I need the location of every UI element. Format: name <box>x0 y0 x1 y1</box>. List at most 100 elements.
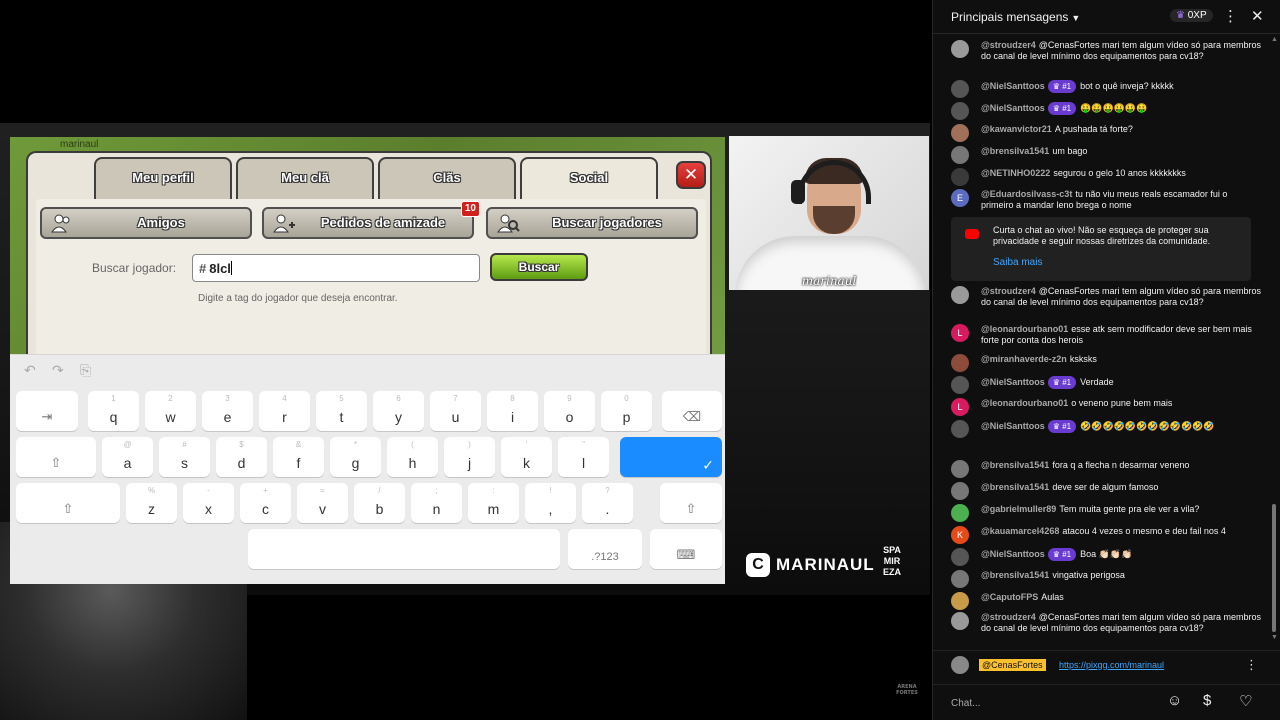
key-row2-2[interactable]: $ d <box>216 437 267 477</box>
tab-key[interactable]: ⇥ <box>16 391 78 431</box>
key-row3-1[interactable]: -x <box>183 483 234 523</box>
shift-key-right[interactable]: ⇧ <box>660 483 722 523</box>
chat-message[interactable]: @miranhaverde-z2n ksksks <box>951 354 1261 372</box>
redo-icon[interactable]: ↷ <box>52 362 64 379</box>
key-row2-3[interactable]: & f <box>273 437 324 477</box>
scroll-down-icon[interactable]: ▼ <box>1271 634 1278 641</box>
super-chat-icon[interactable]: $ <box>1203 692 1211 709</box>
shift-key-left[interactable]: ⇧ <box>16 437 96 477</box>
message-author[interactable]: @stroudzer4 <box>981 286 1036 296</box>
key-row1-8[interactable]: 9o <box>544 391 595 431</box>
heart-icon[interactable]: ♡ <box>1239 692 1252 710</box>
key-row3-4[interactable]: / b <box>354 483 405 523</box>
key-row3-2[interactable]: + c <box>240 483 291 523</box>
xp-badge[interactable]: ♛ 0XP <box>1170 9 1213 22</box>
chat-message[interactable]: @brensilva1541 vingativa perigosa <box>951 570 1261 588</box>
key-row1-9[interactable]: 0p <box>601 391 652 431</box>
message-author[interactable]: @NETINHO0222 <box>981 168 1050 178</box>
chat-message[interactable]: L @leonardourbano01 esse atk sem modificad… <box>951 324 1261 346</box>
shift-key[interactable]: ⇧ <box>16 483 120 523</box>
space-key[interactable] <box>248 529 560 569</box>
chat-message[interactable]: @CaputoFPS Aulas <box>951 592 1261 610</box>
key-row3-0[interactable]: % z <box>126 483 177 523</box>
key-row1-6[interactable]: 7u <box>430 391 481 431</box>
key-row3-3[interactable]: = v <box>297 483 348 523</box>
key-row1-7[interactable]: 8i <box>487 391 538 431</box>
key-row2-7[interactable]: ' k <box>501 437 552 477</box>
tab-my-clan[interactable]: Meu clã <box>236 157 374 199</box>
search-button[interactable]: Buscar <box>490 253 588 281</box>
message-author[interactable]: @leonardourbano01 <box>981 398 1068 408</box>
message-author[interactable]: @gabrielmuller89 <box>981 504 1056 514</box>
key-row3-6[interactable]: :m <box>468 483 519 523</box>
more-options-icon[interactable]: ⋮ <box>1223 7 1238 25</box>
chat-message[interactable]: @brensilva1541 um bago <box>951 146 1261 164</box>
chat-message[interactable]: @kawanvictor21 A pushada tá forte? <box>951 124 1261 142</box>
tab-my-profile[interactable]: Meu perfil <box>94 157 232 199</box>
chat-message[interactable]: @NielSanttoos ♛ #1 bot o quê inveja? kkkkk <box>951 80 1261 98</box>
chat-message[interactable]: @gabrielmuller89 Tem muita gente pra ele … <box>951 504 1261 522</box>
chat-message[interactable]: @NielSanttoos ♛ #1 Boa 👏🏻👏🏻👏🏻 <box>951 548 1261 566</box>
chat-message[interactable]: @stroudzer4 @CenasFortes mari tem algum v… <box>951 286 1261 308</box>
backspace-key[interactable]: ⌫ <box>662 391 722 431</box>
symbols-key[interactable]: .?123 <box>568 529 642 569</box>
key-row3-7[interactable]: !, <box>525 483 576 523</box>
message-author[interactable]: @brensilva1541 <box>981 570 1049 580</box>
message-author[interactable]: @brensilva1541 <box>981 460 1049 470</box>
chat-message[interactable]: @NielSanttoos ♛ #1 Verdade <box>951 376 1261 394</box>
key-row1-3[interactable]: 4r <box>259 391 310 431</box>
message-author[interactable]: @NielSanttoos <box>981 549 1045 559</box>
chat-message[interactable]: @stroudzer4 @CenasFortes mari tem algum v… <box>951 612 1261 634</box>
chat-message[interactable]: @brensilva1541 deve ser de algum famoso <box>951 482 1261 500</box>
enter-key[interactable]: ✓ <box>620 437 722 477</box>
key-row1-1[interactable]: 2w <box>145 391 196 431</box>
emoji-icon[interactable]: ☺ <box>1167 692 1182 709</box>
chat-message[interactable]: E @Eduardosilvass-c3t tu não viu meus real… <box>951 189 1261 211</box>
message-author[interactable]: @Eduardosilvass-c3t <box>981 189 1072 199</box>
chat-message[interactable]: K @kauamarcel4268 atacou 4 vezes o mesmo e… <box>951 526 1261 544</box>
message-author[interactable]: @kawanvictor21 <box>981 124 1052 134</box>
message-author[interactable]: @CaputoFPS <box>981 592 1038 602</box>
undo-icon[interactable]: ↶ <box>24 362 36 379</box>
chat-mode-selector[interactable]: Principais mensagens ▼ <box>951 10 1080 24</box>
key-row2-5[interactable]: (h <box>387 437 438 477</box>
chat-message[interactable]: @NielSanttoos ♛ #1 🤑🤑🤑🤑🤑🤑 <box>951 102 1261 120</box>
message-author[interactable]: @brensilva1541 <box>981 146 1049 156</box>
friends-button[interactable]: Amigos <box>40 207 252 239</box>
key-row2-6[interactable]: ) j <box>444 437 495 477</box>
chat-input[interactable] <box>951 695 1161 711</box>
message-author[interactable]: @stroudzer4 <box>981 40 1036 50</box>
tab-social[interactable]: Social <box>520 157 658 201</box>
message-author[interactable]: @NielSanttoos <box>981 377 1045 387</box>
friend-requests-button[interactable]: Pedidos de amizade 10 <box>262 201 480 239</box>
chat-message[interactable]: @stroudzer4 @CenasFortes mari tem algum v… <box>951 40 1261 62</box>
message-author[interactable]: @NielSanttoos <box>981 421 1045 431</box>
key-row1-5[interactable]: 6y <box>373 391 424 431</box>
pinned-link[interactable]: https://pixgg.com/marinaul <box>1059 660 1164 670</box>
key-row2-4[interactable]: * g <box>330 437 381 477</box>
player-tag-input[interactable]: #8lcl <box>192 254 480 282</box>
key-row3-8[interactable]: ?. <box>582 483 633 523</box>
key-row2-8[interactable]: " l <box>558 437 609 477</box>
chat-message[interactable]: @NielSanttoos ♛ #1 🤣🤣🤣🤣🤣🤣🤣🤣🤣🤣🤣🤣 <box>951 420 1261 438</box>
key-row2-1[interactable]: # s <box>159 437 210 477</box>
message-author[interactable]: @leonardourbano01 <box>981 324 1068 334</box>
message-author[interactable]: @stroudzer4 <box>981 612 1036 622</box>
key-row3-5[interactable]: ; n <box>411 483 462 523</box>
key-row1-2[interactable]: 3e <box>202 391 253 431</box>
key-row1-0[interactable]: 1q <box>88 391 139 431</box>
more-options-icon[interactable]: ⋮ <box>1245 657 1258 673</box>
learn-more-link[interactable]: Saiba mais <box>993 257 1042 268</box>
key-row1-4[interactable]: 5t <box>316 391 367 431</box>
message-author[interactable]: @NielSanttoos <box>981 103 1045 113</box>
chat-message[interactable]: @NETINHO0222 segurou o gelo 10 anos kkkkk… <box>951 168 1261 186</box>
chat-message[interactable]: L @leonardourbano01 o veneno pune bem mais <box>951 398 1261 416</box>
message-author[interactable]: @kauamarcel4268 <box>981 526 1059 536</box>
message-author[interactable]: @NielSanttoos <box>981 81 1045 91</box>
chat-scrollbar[interactable]: ▲ ▼ <box>1271 36 1278 646</box>
scroll-thumb[interactable] <box>1272 504 1276 632</box>
chat-message[interactable]: @brensilva1541 fora q a flecha n desarmar… <box>951 460 1261 478</box>
hide-keyboard-key[interactable]: ⌨ <box>650 529 722 569</box>
message-author[interactable]: @miranhaverde-z2n <box>981 354 1067 364</box>
close-icon[interactable]: ✕ <box>1251 7 1264 25</box>
